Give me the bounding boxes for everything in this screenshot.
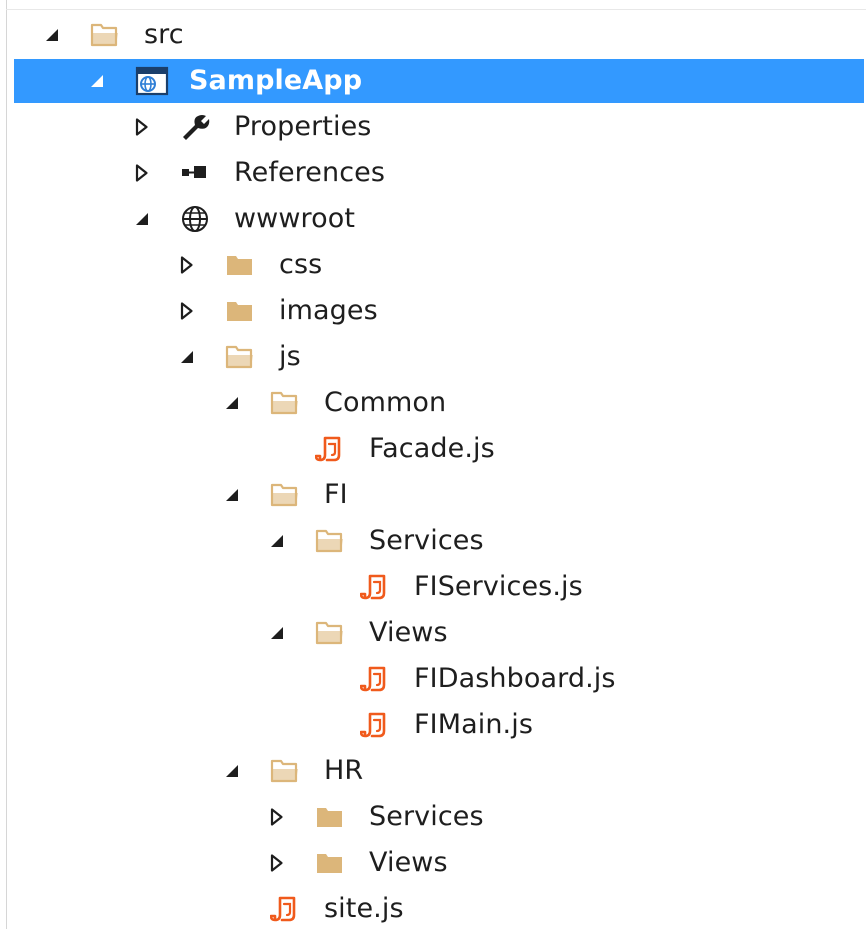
- tree-item-label: Views: [369, 617, 448, 648]
- globe-icon: [180, 205, 210, 233]
- expanded-arrow-icon[interactable]: [87, 71, 107, 91]
- expanded-arrow-icon[interactable]: [267, 531, 287, 551]
- folder-open-icon: [225, 343, 255, 371]
- folder-closed-icon: [315, 803, 345, 831]
- tree-item-label: js: [279, 341, 301, 372]
- tree-item-fiservices-js[interactable]: FIServices.js: [0, 564, 866, 610]
- tree-item-site-js[interactable]: site.js: [0, 886, 866, 932]
- tree-item-label: Common: [324, 387, 447, 418]
- js-file-icon: [360, 665, 390, 693]
- web-project-icon: [135, 66, 169, 96]
- folder-open-icon: [315, 619, 345, 647]
- expanded-arrow-icon[interactable]: [222, 393, 242, 413]
- tree-item-references[interactable]: References: [0, 150, 866, 196]
- tree-item-label: Properties: [234, 111, 372, 142]
- tree-item-label: SampleApp: [189, 65, 363, 96]
- js-file-icon: [315, 435, 345, 463]
- js-file-icon: [360, 711, 390, 739]
- tree-item-label: FIDashboard.js: [414, 663, 616, 694]
- expanded-arrow-icon[interactable]: [222, 485, 242, 505]
- tree-item-images[interactable]: images: [0, 288, 866, 334]
- folder-open-icon: [270, 757, 300, 785]
- expanded-arrow-icon[interactable]: [132, 209, 152, 229]
- expanded-arrow-icon[interactable]: [42, 25, 62, 45]
- folder-open-icon: [270, 481, 300, 509]
- tree-item-js[interactable]: js: [0, 334, 866, 380]
- tree-item-label: FIServices.js: [414, 571, 583, 602]
- folder-open-icon: [90, 21, 120, 49]
- tree-item-views[interactable]: Views: [0, 840, 866, 886]
- collapsed-arrow-icon[interactable]: [177, 255, 197, 275]
- tree-item-facade-js[interactable]: Facade.js: [0, 426, 866, 472]
- collapsed-arrow-icon[interactable]: [177, 301, 197, 321]
- tree-item-properties[interactable]: Properties: [0, 104, 866, 150]
- folder-open-icon: [270, 389, 300, 417]
- tree-item-css[interactable]: css: [0, 242, 866, 288]
- tree-item-fimain-js[interactable]: FIMain.js: [0, 702, 866, 748]
- tree-item-views[interactable]: Views: [0, 610, 866, 656]
- panel-top-border: [6, 9, 866, 10]
- solution-explorer-panel: src SampleApp Properties References wwwroot c…: [0, 0, 866, 929]
- tree-item-label: Services: [369, 525, 484, 556]
- collapsed-arrow-icon[interactable]: [132, 163, 152, 183]
- folder-closed-icon: [315, 849, 345, 877]
- tree-item-label: site.js: [324, 893, 404, 924]
- js-file-icon: [270, 895, 300, 923]
- tree-item-label: css: [279, 249, 323, 280]
- tree-item-fidashboard-js[interactable]: FIDashboard.js: [0, 656, 866, 702]
- expanded-arrow-icon[interactable]: [267, 623, 287, 643]
- references-icon: [180, 159, 210, 187]
- tree-item-common[interactable]: Common: [0, 380, 866, 426]
- tree-item-label: wwwroot: [234, 203, 356, 234]
- tree-item-label: References: [234, 157, 386, 188]
- tree-item-label: Services: [369, 801, 484, 832]
- js-file-icon: [360, 573, 390, 601]
- wrench-icon: [180, 113, 210, 141]
- folder-closed-icon: [225, 251, 255, 279]
- tree-item-src[interactable]: src: [0, 12, 866, 58]
- tree-item-services[interactable]: Services: [0, 518, 866, 564]
- expanded-arrow-icon[interactable]: [222, 761, 242, 781]
- tree-item-label: images: [279, 295, 378, 326]
- expanded-arrow-icon[interactable]: [177, 347, 197, 367]
- tree-item-label: FIMain.js: [414, 709, 533, 740]
- tree-item-hr[interactable]: HR: [0, 748, 866, 794]
- tree-item-label: HR: [324, 755, 364, 786]
- file-tree: src SampleApp Properties References wwwroot c…: [0, 12, 866, 932]
- tree-item-fi[interactable]: FI: [0, 472, 866, 518]
- tree-item-label: FI: [324, 479, 348, 510]
- tree-item-services[interactable]: Services: [0, 794, 866, 840]
- tree-item-sampleapp[interactable]: SampleApp: [0, 58, 866, 104]
- folder-closed-icon: [225, 297, 255, 325]
- collapsed-arrow-icon[interactable]: [132, 117, 152, 137]
- tree-item-label: Views: [369, 847, 448, 878]
- folder-open-icon: [315, 527, 345, 555]
- collapsed-arrow-icon[interactable]: [267, 807, 287, 827]
- tree-item-wwwroot[interactable]: wwwroot: [0, 196, 866, 242]
- collapsed-arrow-icon[interactable]: [267, 853, 287, 873]
- tree-item-label: Facade.js: [369, 433, 495, 464]
- tree-item-label: src: [144, 19, 184, 50]
